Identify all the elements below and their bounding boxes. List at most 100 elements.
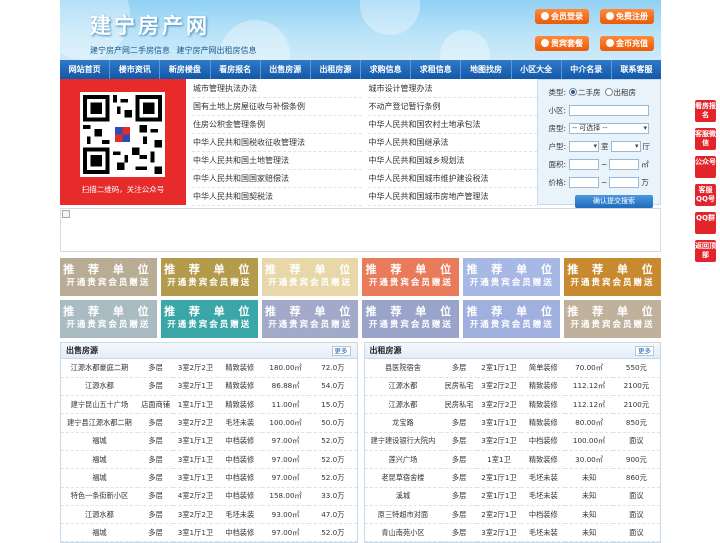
rent-cell[interactable]: 原三特超市对面: [364, 505, 442, 525]
price-min-input[interactable]: [569, 176, 599, 188]
nav-item[interactable]: 出售房源: [261, 60, 311, 79]
rent-listing-row[interactable]: 溪城 多层 2室1厅1卫 毛坯未装 未知 面议: [364, 487, 660, 506]
sale-listing-row[interactable]: 福城 多层 3室1厅1卫 中档装修 97.00㎡ 52.0万: [61, 523, 357, 543]
room-select[interactable]: [569, 140, 599, 152]
nav-item[interactable]: 中介名录: [562, 60, 612, 79]
law-link[interactable]: 中华人民共和国土地管理法: [192, 152, 362, 170]
rent-cell[interactable]: 建宁建设银行大院内: [364, 432, 442, 451]
rent-radio[interactable]: 出租房: [604, 87, 636, 98]
coin-recharge-button[interactable]: 金币充值: [600, 36, 654, 51]
sidebar-button-2[interactable]: 公众号: [695, 156, 716, 178]
sale-cell[interactable]: 江源水都豪庭二期: [61, 359, 138, 378]
rent-listing-row[interactable]: 江源水都 民房私宅 3室2厅2卫 精致装修 112.12㎡ 2100元: [364, 395, 660, 415]
rent-cell[interactable]: 青山南苑小区: [364, 523, 442, 543]
nav-item[interactable]: 求购信息: [361, 60, 412, 79]
sale-cell[interactable]: 建宁昆山五十广场: [61, 395, 138, 415]
law-link[interactable]: 不动产登记暂行条例: [367, 98, 537, 116]
rent-radio-dot[interactable]: [604, 87, 613, 96]
law-link[interactable]: 中华人民共和国国家赔偿法: [192, 170, 362, 188]
law-link[interactable]: 城市管理执法办法: [192, 80, 362, 98]
recommended-unit-slot[interactable]: 推 荐 单 位开通贵宾会员赠送: [463, 300, 561, 338]
law-link[interactable]: 中华人民共和国契税法: [192, 188, 362, 206]
recommended-unit-slot[interactable]: 推 荐 单 位开通贵宾会员赠送: [564, 300, 661, 338]
rent-cell[interactable]: 龙宝路: [364, 413, 442, 433]
sale-cell[interactable]: 特色一条街新小区: [61, 487, 138, 506]
nav-item[interactable]: 小区大全: [512, 60, 562, 79]
nav-item[interactable]: 看房报名: [211, 60, 261, 79]
recommended-unit-slot[interactable]: 推 荐 单 位开通贵宾会员赠送: [463, 258, 561, 296]
free-register-button[interactable]: 免费注册: [600, 9, 654, 24]
rent-listing-row[interactable]: 莲兴广场 多层 1室1卫 精致装修 30.00㎡ 900元: [364, 450, 660, 470]
site-logo[interactable]: 建宁房产网: [90, 10, 210, 40]
law-link[interactable]: 中华人民共和国继承法: [367, 134, 537, 152]
rent-listing-row[interactable]: 江源水都 民房私宅 3室2厅2卫 精致装修 112.12㎡ 2100元: [364, 377, 660, 397]
recommended-unit-slot[interactable]: 推 荐 单 位开通贵宾会员赠送: [60, 258, 157, 296]
sale-listing-row[interactable]: 江源水都 多层 3室2厅1卫 精致装修 86.88㎡ 54.0万: [61, 377, 357, 397]
nav-item[interactable]: 楼市资讯: [110, 60, 161, 79]
law-link[interactable]: 中华人民共和国城市维护建设税法: [367, 170, 537, 188]
sidebar-button-3[interactable]: 客服QQ号: [695, 184, 716, 206]
search-submit-button[interactable]: 确认提交搜索: [575, 195, 653, 208]
sale-more-link[interactable]: 更多: [331, 346, 351, 356]
rent-more-link[interactable]: 更多: [635, 346, 654, 356]
sale-listing-row[interactable]: 福城 多层 3室1厅1卫 中档装修 97.00㎡ 52.0万: [61, 450, 357, 470]
rent-cell[interactable]: 江源水都: [364, 395, 442, 415]
ad-banner[interactable]: [60, 208, 661, 252]
sale-cell[interactable]: 福城: [61, 468, 138, 488]
sale-listing-row[interactable]: 江源水都 多层 3室2厅2卫 毛坯未装 93.00㎡ 47.0万: [61, 505, 357, 525]
rent-listing-row[interactable]: 老昆草宿舍楼 多层 2室1厅1卫 毛坯未装 未知 860元: [364, 468, 660, 488]
law-link[interactable]: 中华人民共和国城市房地产管理法: [367, 188, 537, 206]
sale-cell[interactable]: 福城: [61, 523, 138, 543]
rent-listing-row[interactable]: 青山南苑小区 多层 3室2厅1卫 毛坯未装 未知 面议: [364, 523, 660, 543]
rent-listing-row[interactable]: 建宁建设银行大院内 多层 3室2厅1卫 中档装修 100.00㎡ 面议: [364, 432, 660, 451]
sale-listing-row[interactable]: 建宁县江源水都二期 多层 3室2厅2卫 毛坯未装 100.00㎡ 50.0万: [61, 413, 357, 433]
sale-radio-dot[interactable]: [569, 87, 577, 96]
sale-listing-row[interactable]: 建宁昆山五十广场 店面商铺 1室1厅1卫 精致装修 11.00㎡ 15.0万: [61, 395, 357, 415]
sale-listing-row[interactable]: 特色一条街新小区 多层 4室2厅2卫 中档装修 158.00㎡ 33.0万: [61, 487, 357, 506]
rent-cell[interactable]: 老昆草宿舍楼: [364, 468, 442, 488]
law-link[interactable]: 住房公积金管理条例: [192, 116, 362, 134]
law-link[interactable]: 城市设计管理办法: [367, 80, 537, 98]
hall-select[interactable]: [610, 140, 641, 152]
rent-listing-row[interactable]: 县医院宿舍 多层 2室1厅1卫 简单装修 70.00㎡ 550元: [364, 359, 660, 378]
sidebar-button-0[interactable]: 看房报名: [695, 100, 716, 122]
recommended-unit-slot[interactable]: 推 荐 单 位开通贵宾会员赠送: [160, 258, 258, 296]
law-link[interactable]: 国有土地上房屋征收与补偿条例: [192, 98, 362, 116]
law-link[interactable]: 中华人民共和国农村土地承包法: [367, 116, 537, 134]
price-max-input[interactable]: [609, 176, 640, 188]
recommended-unit-slot[interactable]: 推 荐 单 位开通贵宾会员赠送: [160, 300, 258, 338]
nav-item[interactable]: 联系客服: [612, 60, 661, 79]
sidebar-button-5[interactable]: 返回顶部: [695, 240, 716, 262]
recommended-unit-slot[interactable]: 推 荐 单 位开通贵宾会员赠送: [261, 258, 359, 296]
rent-listing-row[interactable]: 龙宝路 多层 3室1厅1卫 精致装修 80.00㎡ 850元: [364, 413, 660, 433]
member-login-button[interactable]: 会员登录: [535, 9, 589, 24]
sale-listing-row[interactable]: 江源水都豪庭二期 多层 3室2厅2卫 精致装修 180.00㎡ 72.0万: [61, 359, 357, 378]
sale-cell[interactable]: 江源水都: [61, 505, 138, 525]
nav-item[interactable]: 网站首页: [60, 60, 111, 79]
sidebar-button-1[interactable]: 客服微信: [695, 128, 716, 150]
recommended-unit-slot[interactable]: 推 荐 单 位开通贵宾会员赠送: [261, 300, 359, 338]
rent-cell[interactable]: 县医院宿舍: [364, 359, 442, 378]
sale-cell[interactable]: 福城: [61, 432, 138, 451]
housetype-select[interactable]: -- 可选择 --: [569, 122, 649, 134]
recommended-unit-slot[interactable]: 推 荐 单 位开通贵宾会员赠送: [362, 300, 460, 338]
rent-cell[interactable]: 江源水都: [364, 377, 442, 397]
sale-cell[interactable]: 江源水都: [61, 377, 138, 397]
sale-cell[interactable]: 建宁县江源水都二期: [61, 413, 138, 433]
law-link[interactable]: 中华人民共和国税收征收管理法: [192, 134, 362, 152]
rent-cell[interactable]: 溪城: [364, 487, 442, 506]
nav-item[interactable]: 地图找房: [461, 60, 512, 79]
rent-listing-row[interactable]: 原三特超市对面 多层 2室2厅1卫 中档装修 未知 面议: [364, 505, 660, 525]
nav-item[interactable]: 新房楼盘: [160, 60, 211, 79]
sale-radio[interactable]: 二手房: [569, 87, 601, 98]
rent-cell[interactable]: 莲兴广场: [364, 450, 442, 470]
vip-package-button[interactable]: 贵宾套餐: [535, 36, 589, 51]
sale-listing-row[interactable]: 福城 多层 3室1厅1卫 中档装修 97.00㎡ 52.0万: [61, 468, 357, 488]
sale-cell[interactable]: 福城: [61, 450, 138, 470]
recommended-unit-slot[interactable]: 推 荐 单 位开通贵宾会员赠送: [564, 258, 661, 296]
nav-item[interactable]: 求租信息: [411, 60, 462, 79]
nav-item[interactable]: 出租房源: [311, 60, 362, 79]
sidebar-button-4[interactable]: QQ群: [695, 212, 716, 234]
area-min-input[interactable]: [569, 158, 599, 170]
community-input[interactable]: [569, 104, 649, 116]
